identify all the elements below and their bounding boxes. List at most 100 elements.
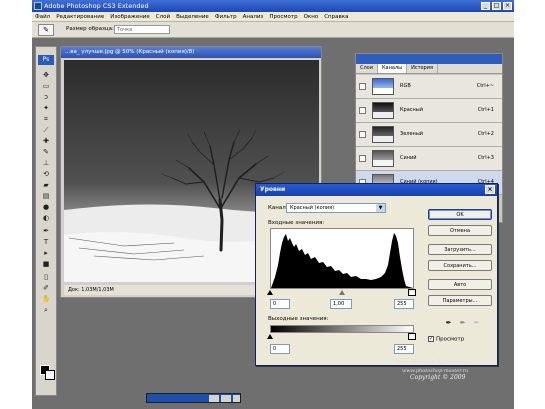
brush-tool-icon[interactable]: ✎ — [40, 148, 52, 156]
channel-label: Канал: — [268, 205, 288, 211]
dialog-title: Уровни — [260, 186, 286, 193]
lasso-tool-icon[interactable]: ↄ — [40, 93, 52, 101]
output-black-field[interactable]: 0 — [270, 344, 290, 354]
channel-name: Красный — [400, 107, 424, 113]
menu-analysis[interactable]: Анализ — [240, 12, 267, 21]
dodge-tool-icon[interactable]: ◐ — [40, 214, 52, 222]
gradient-tool-icon[interactable]: ▤ — [40, 192, 52, 200]
ok-button[interactable]: OK — [428, 209, 492, 220]
save-button[interactable]: Сохранить... — [428, 260, 492, 271]
minimize-icon[interactable]: _ — [481, 2, 490, 10]
control-button[interactable] — [221, 395, 231, 402]
checkmark-icon[interactable]: ✓ — [428, 336, 434, 342]
menu-file[interactable]: Файл — [32, 12, 53, 21]
channel-name: Синий — [400, 155, 417, 161]
gray-eyedropper-icon[interactable]: ✒ — [458, 318, 467, 328]
menu-view[interactable]: Просмотр — [266, 12, 300, 21]
app-title: Adobe Photoshop CS3 Extended — [44, 2, 149, 10]
sample-size-select[interactable]: Точка — [114, 25, 170, 34]
channel-row-blue[interactable]: Синий Ctrl+3 — [356, 147, 502, 171]
pen-tool-icon[interactable]: ✒ — [40, 227, 52, 235]
menu-select[interactable]: Выделение — [173, 12, 212, 21]
menu-window[interactable]: Окно — [301, 12, 322, 21]
input-black-field[interactable]: 0 — [270, 299, 290, 309]
magic-wand-icon[interactable]: ✦ — [40, 104, 52, 112]
channel-row-rgb[interactable]: RGB Ctrl+~ — [356, 75, 502, 99]
visibility-eye-icon[interactable] — [359, 131, 366, 138]
control-button[interactable] — [209, 395, 219, 402]
maximize-icon[interactable]: □ — [492, 2, 501, 10]
output-black-handle[interactable] — [267, 334, 273, 339]
menu-image[interactable]: Изображение — [107, 12, 153, 21]
healing-tool-icon[interactable]: ✚ — [40, 137, 52, 145]
channel-shortcut: Ctrl+~ — [476, 83, 494, 89]
control-button[interactable] — [233, 395, 240, 402]
eyedropper-icon[interactable]: ✐ — [40, 284, 52, 292]
input-gamma-field[interactable]: 1,00 — [330, 299, 352, 309]
zoom-tool-icon[interactable]: ⌕ — [40, 306, 52, 314]
input-gamma-handle[interactable] — [339, 290, 345, 295]
levels-dialog: Уровни × Канал: Красный (копия) ▼ Входны… — [255, 183, 498, 366]
channel-thumbnail — [372, 102, 394, 119]
auto-button[interactable]: Авто — [428, 279, 492, 290]
input-levels-slider[interactable] — [267, 289, 416, 297]
menu-help[interactable]: Справка — [321, 12, 351, 21]
visibility-eye-icon[interactable] — [359, 155, 366, 162]
path-select-icon[interactable]: ▸ — [40, 249, 52, 257]
close-icon[interactable]: × — [503, 2, 512, 10]
history-brush-icon[interactable]: ⟲ — [40, 170, 52, 178]
notes-tool-icon[interactable]: ▯ — [40, 273, 52, 281]
channel-select[interactable]: Красный (копия) ▼ — [286, 203, 386, 213]
channel-row-green[interactable]: Зеленый Ctrl+2 — [356, 123, 502, 147]
output-white-handle[interactable] — [408, 333, 416, 340]
visibility-eye-icon[interactable] — [359, 83, 366, 90]
input-white-handle[interactable] — [408, 289, 416, 296]
channel-shortcut: Ctrl+1 — [477, 107, 494, 113]
output-white-field[interactable]: 255 — [394, 344, 414, 354]
sample-size-label: Размер образца: — [66, 26, 114, 32]
ps-logo: Ps — [38, 55, 54, 65]
input-black-handle[interactable] — [267, 290, 273, 295]
menu-bar: Файл Редактирование Изображение Слой Выделен… — [32, 12, 514, 22]
load-button[interactable]: Загрузить... — [428, 244, 492, 255]
cancel-button[interactable]: Отмена — [428, 225, 492, 236]
stamp-tool-icon[interactable]: ⊥ — [40, 159, 52, 167]
shape-tool-icon[interactable]: ■ — [40, 260, 52, 268]
eyedropper-tool-icon[interactable]: ✎ — [38, 24, 54, 36]
toolbox: Ps ✥ ▭ ↄ ✦ ⌗ ⟋ ✚ ✎ ⊥ ⟲ ▰ ▤ ● ◐ ✒ T ▸ ■ ▯… — [35, 46, 57, 396]
menu-layer[interactable]: Слой — [153, 12, 173, 21]
white-eyedropper-icon[interactable]: ✒ — [472, 318, 481, 328]
type-tool-icon[interactable]: T — [40, 238, 52, 246]
dialog-titlebar[interactable]: Уровни × — [256, 184, 497, 196]
marquee-tool-icon[interactable]: ▭ — [40, 82, 52, 90]
close-icon[interactable]: × — [485, 185, 495, 194]
channel-thumbnail — [372, 78, 394, 95]
watermark-copyright: Copyright © 2009 — [410, 374, 466, 381]
options-button[interactable]: Параметры... — [428, 295, 492, 306]
panel-header[interactable] — [356, 54, 502, 64]
tab-layers[interactable]: Слои — [356, 64, 378, 73]
output-levels-slider[interactable] — [267, 333, 416, 341]
visibility-eye-icon[interactable] — [359, 107, 366, 114]
channel-row-red[interactable]: Красный Ctrl+1 — [356, 99, 502, 123]
input-white-field[interactable]: 255 — [394, 299, 414, 309]
move-tool-icon[interactable]: ✥ — [40, 71, 52, 79]
background-color-swatch[interactable] — [45, 370, 55, 380]
photoshop-icon — [34, 2, 42, 10]
slice-tool-icon[interactable]: ⟋ — [40, 126, 52, 134]
preview-checkbox[interactable]: ✓ Просмотр — [428, 336, 464, 343]
menu-filter[interactable]: Фильтр — [212, 12, 240, 21]
channel-shortcut: Ctrl+3 — [477, 155, 494, 161]
hand-tool-icon[interactable]: ✋ — [40, 295, 52, 303]
input-levels-label: Входные значения: — [268, 220, 325, 226]
blur-tool-icon[interactable]: ● — [40, 203, 52, 211]
output-gradient — [270, 325, 414, 333]
menu-edit[interactable]: Редактирование — [53, 12, 107, 21]
eraser-tool-icon[interactable]: ▰ — [40, 181, 52, 189]
document-title[interactable]: ...ва_ улучше.jpg @ 50% (Красный (копия)… — [61, 47, 321, 58]
black-eyedropper-icon[interactable]: ✒ — [444, 318, 453, 328]
app-titlebar: Adobe Photoshop CS3 Extended _ □ × — [32, 0, 514, 12]
crop-tool-icon[interactable]: ⌗ — [40, 115, 52, 123]
tab-channels[interactable]: Каналы — [378, 64, 408, 73]
tab-history[interactable]: История — [407, 64, 438, 73]
